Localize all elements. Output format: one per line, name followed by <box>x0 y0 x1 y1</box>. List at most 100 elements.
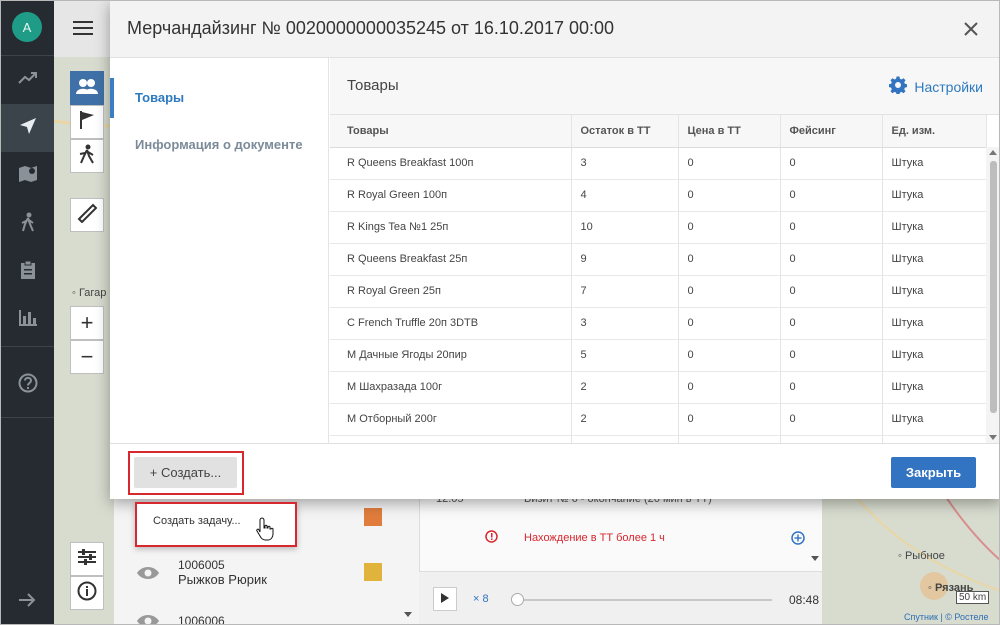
tab-goods[interactable]: Товары <box>110 78 329 118</box>
play-button[interactable] <box>433 587 457 611</box>
close-icon <box>959 22 983 45</box>
table-cell: Штука <box>882 275 987 308</box>
menu-item-create-task[interactable]: Создать задачу... <box>153 515 241 527</box>
table-cell: 2 <box>571 371 679 404</box>
column-header[interactable]: Фейсинг <box>780 115 883 148</box>
eye-icon[interactable] <box>136 613 160 624</box>
hamburger-menu-icon[interactable] <box>73 20 93 41</box>
section-title: Товары <box>347 77 399 94</box>
dialog-side-tabs: Товары Информация о документе <box>110 58 329 443</box>
main-sidebar: A <box>1 1 54 624</box>
playback-speed[interactable]: × 8 <box>473 593 489 605</box>
table-cell: 0 <box>780 147 883 180</box>
settings-button[interactable]: Настройки <box>889 76 983 97</box>
scroll-down-icon[interactable] <box>989 435 997 440</box>
table-row[interactable]: M Дачные Ягоды 20пир 5 0 0 Штука <box>330 339 987 372</box>
walking-icon <box>21 212 35 237</box>
table-cell: 0 <box>678 211 781 244</box>
sidebar-item-reports[interactable] <box>1 296 54 344</box>
table-cell: 0 <box>780 339 883 372</box>
table-cell: 0 <box>678 307 781 340</box>
map-attribution[interactable]: Спутник | © Ростеле <box>904 612 989 622</box>
map-place-label: ◦ Гагар <box>72 287 107 299</box>
sidebar-divider <box>1 417 54 418</box>
users-layer-button[interactable] <box>70 71 104 105</box>
sidebar-item-visits[interactable] <box>1 200 54 248</box>
map-marker-icon <box>18 165 38 188</box>
table-row[interactable] <box>330 435 987 443</box>
sidebar-item-help[interactable] <box>1 361 54 409</box>
table-cell: 9 <box>571 243 679 276</box>
table-cell <box>780 435 883 443</box>
trending-up-icon <box>17 71 38 90</box>
info-button[interactable] <box>70 576 104 610</box>
table-cell: 0 <box>780 179 883 212</box>
table-cell: 0 <box>780 211 883 244</box>
navigation-icon <box>19 117 37 140</box>
add-circle-icon[interactable] <box>791 531 805 550</box>
hand-cursor-icon <box>256 517 276 546</box>
table-cell: 5 <box>571 339 679 372</box>
scrollbar-thumb[interactable] <box>990 161 997 413</box>
dialog-title: Мерчандайзинг № 0020000000035245 от 16.1… <box>127 18 615 38</box>
status-swatch <box>364 563 382 581</box>
table-cell: M Дачные Ягоды 20пир <box>330 339 572 372</box>
table-header-row: Товары Остаток в ТТ Цена в ТТ Фейсинг Ед… <box>330 115 987 148</box>
table-cell: R Royal Green 100п <box>330 179 572 212</box>
playback-track[interactable] <box>517 599 772 601</box>
table-cell: Штука <box>882 147 987 180</box>
tab-document-info[interactable]: Информация о документе <box>110 125 329 165</box>
table-row[interactable]: M Шахразада 100г 2 0 0 Штука <box>330 371 987 404</box>
timeline-scroll-down-icon[interactable] <box>811 556 819 561</box>
users-icon <box>76 78 98 99</box>
table-row[interactable]: R Queens Breakfast 25п 9 0 0 Штука <box>330 243 987 276</box>
table-scrollbar[interactable] <box>986 147 999 443</box>
sidebar-item-documents[interactable] <box>1 248 54 296</box>
sidebar-divider <box>1 346 54 347</box>
avatar[interactable]: A <box>12 12 42 42</box>
sidebar-item-map[interactable] <box>1 152 54 200</box>
help-icon <box>18 373 38 398</box>
column-header[interactable]: Цена в ТТ <box>678 115 781 148</box>
table-row[interactable]: M Отборный 200г 2 0 0 Штука <box>330 403 987 436</box>
eye-icon[interactable] <box>136 565 160 586</box>
ruler-button[interactable] <box>70 198 104 232</box>
table-row[interactable]: R Royal Green 100п 4 0 0 Штука <box>330 179 987 212</box>
list-item-id: 1006005 <box>178 558 225 572</box>
zoom-in-button[interactable]: + <box>70 306 104 340</box>
table-cell: R Royal Green 25п <box>330 275 572 308</box>
column-header[interactable]: Ед. изм. <box>882 115 987 148</box>
table-row[interactable]: C French Truffle 20п 3DTB 3 0 0 Штука <box>330 307 987 340</box>
table-cell: 0 <box>780 243 883 276</box>
zoom-out-button[interactable]: − <box>70 340 104 374</box>
table-cell: Штука <box>882 179 987 212</box>
table-cell: 0 <box>678 403 781 436</box>
status-swatch <box>364 508 382 526</box>
table-cell: 0 <box>678 275 781 308</box>
filters-button[interactable] <box>70 542 104 576</box>
table-row[interactable]: R Royal Green 25п 7 0 0 Штука <box>330 275 987 308</box>
table-cell: M Отборный 200г <box>330 403 572 436</box>
close-dialog-button[interactable]: Закрыть <box>891 457 976 488</box>
playback-handle[interactable] <box>511 593 524 606</box>
table-cell: Штука <box>882 339 987 372</box>
info-icon <box>77 581 97 606</box>
flag-layer-button[interactable] <box>70 105 104 139</box>
table-cell: 2 <box>571 403 679 436</box>
create-button[interactable]: + Создать... <box>134 457 237 488</box>
clipboard-icon <box>20 260 36 285</box>
table-cell: 0 <box>678 179 781 212</box>
dialog-close-button[interactable] <box>959 17 983 41</box>
list-scroll-down-icon[interactable] <box>404 612 412 617</box>
sliders-icon <box>78 548 96 570</box>
table-row[interactable]: R Kings Tea №1 25п 10 0 0 Штука <box>330 211 987 244</box>
table-row[interactable]: R Queens Breakfast 100п 3 0 0 Штука <box>330 147 987 180</box>
walking-icon <box>79 144 95 169</box>
sidebar-item-navigation[interactable] <box>1 104 54 152</box>
sidebar-item-collapse[interactable] <box>1 578 54 624</box>
column-header[interactable]: Остаток в ТТ <box>571 115 679 148</box>
walker-layer-button[interactable] <box>70 139 104 173</box>
column-header[interactable]: Товары <box>330 115 572 148</box>
sidebar-item-analytics[interactable] <box>1 56 54 104</box>
scroll-up-icon[interactable] <box>989 150 997 155</box>
